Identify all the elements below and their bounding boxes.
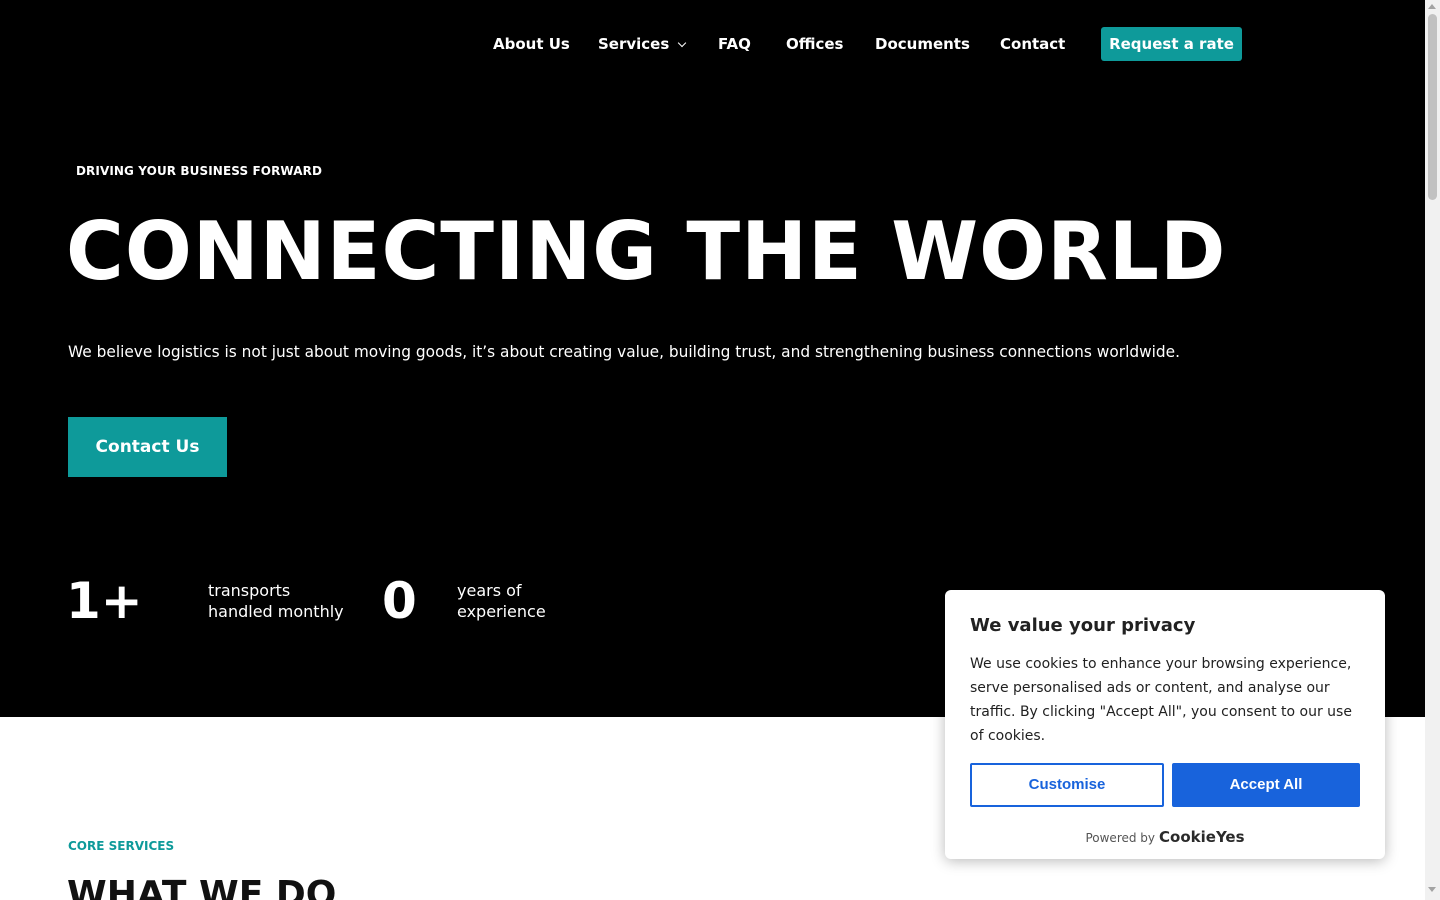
services-eyebrow: CORE SERVICES bbox=[68, 839, 175, 853]
nav-item-faq[interactable]: FAQ bbox=[718, 27, 751, 61]
scrollbar-thumb[interactable] bbox=[1428, 14, 1437, 200]
powered-by: Powered by CookieYes bbox=[945, 827, 1385, 846]
hero-eyebrow: DRIVING YOUR BUSINESS FORWARD bbox=[76, 164, 322, 178]
nav-item-services[interactable]: Services bbox=[598, 27, 687, 61]
stat-experience-label: years of experience bbox=[457, 581, 546, 621]
stat-transports-value: 1+ bbox=[66, 572, 143, 630]
nav-item-services-label: Services bbox=[598, 35, 670, 53]
chevron-down-icon bbox=[678, 38, 687, 48]
page-scrollbar[interactable] bbox=[1425, 0, 1440, 900]
powered-by-text: Powered by bbox=[1085, 831, 1156, 845]
nav-item-contact[interactable]: Contact bbox=[1000, 27, 1065, 61]
stat-transports-label: transports handled monthly bbox=[208, 581, 344, 621]
nav-item-offices[interactable]: Offices bbox=[786, 27, 843, 61]
contact-us-button[interactable]: Contact Us bbox=[68, 417, 227, 477]
cookie-title: We value your privacy bbox=[970, 615, 1196, 636]
services-title: WHAT WE DO bbox=[67, 874, 337, 900]
request-rate-button[interactable]: Request a rate bbox=[1101, 27, 1242, 61]
cookieyes-logo[interactable]: CookieYes bbox=[1159, 828, 1245, 846]
customise-button[interactable]: Customise bbox=[970, 763, 1164, 807]
hero-title: CONNECTING THE WORLD bbox=[66, 205, 1227, 298]
cookie-text: We use cookies to enhance your browsing … bbox=[970, 656, 1352, 744]
stat-experience-value: 0 bbox=[382, 572, 417, 630]
scroll-down-arrow-icon[interactable] bbox=[1428, 887, 1436, 892]
scroll-up-arrow-icon[interactable] bbox=[1428, 4, 1436, 9]
cookie-consent-banner: We value your privacy We use cookies to … bbox=[945, 590, 1385, 859]
accept-all-button[interactable]: Accept All bbox=[1172, 763, 1360, 807]
main-navigation: About Us Services FAQ Offices Documents … bbox=[0, 27, 1425, 61]
nav-item-about-us[interactable]: About Us bbox=[493, 27, 570, 61]
nav-item-documents[interactable]: Documents bbox=[875, 27, 970, 61]
hero-lead: We believe logistics is not just about m… bbox=[68, 342, 1181, 361]
